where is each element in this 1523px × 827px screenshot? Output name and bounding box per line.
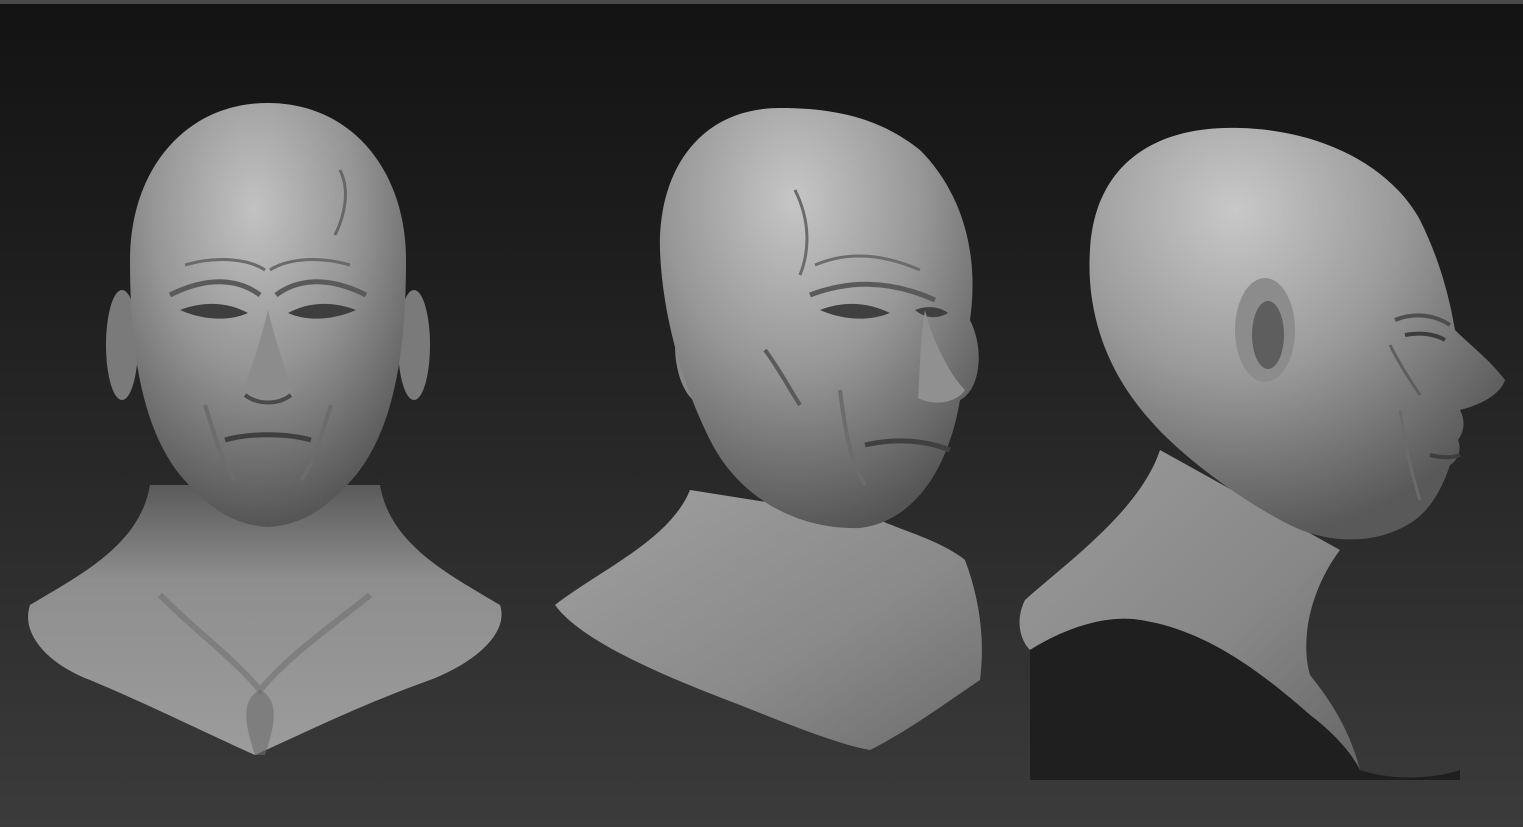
- head-sculpt-profile-view[interactable]: [1010, 120, 1520, 780]
- viewport-top-edge: [0, 0, 1523, 4]
- head-sculpt-three-quarter-view[interactable]: [540, 100, 1010, 765]
- sculpt-viewport[interactable]: [0, 0, 1523, 827]
- head-sculpt-front-view[interactable]: [20, 95, 520, 765]
